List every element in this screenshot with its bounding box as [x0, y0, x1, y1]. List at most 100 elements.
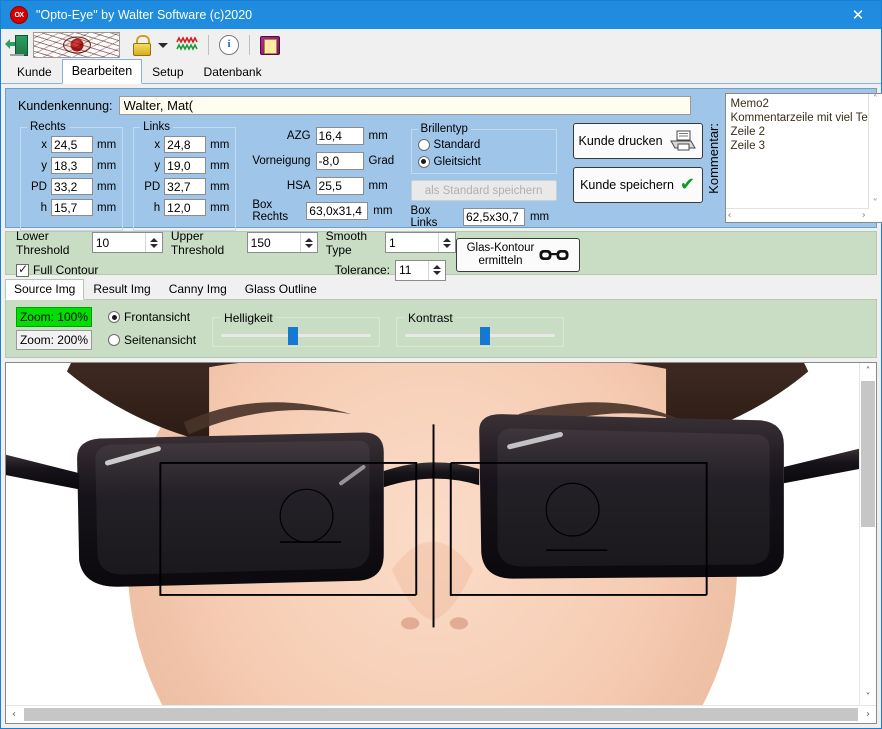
- input-links-y[interactable]: [164, 157, 207, 174]
- input-links-h[interactable]: [164, 199, 207, 216]
- print-customer-label: Kunde drucken: [578, 134, 663, 148]
- waveform-icon[interactable]: [176, 36, 198, 54]
- kontrast-slider-thumb[interactable]: [479, 326, 490, 345]
- zoom-200-button[interactable]: Zoom: 200%: [16, 330, 92, 350]
- radio-seitenansicht[interactable]: Seitenansicht: [108, 332, 196, 349]
- scroll-down-icon[interactable]: ˅: [866, 689, 871, 705]
- upper-threshold-stepper[interactable]: [246, 232, 318, 253]
- radio-seitenansicht-indicator: [108, 334, 120, 346]
- memo-scroll-right-icon[interactable]: ›: [862, 210, 866, 221]
- smooth-type-group: Smooth Type: [326, 229, 456, 257]
- tolerance-stepper[interactable]: [395, 259, 446, 281]
- close-icon[interactable]: ✕: [835, 1, 881, 29]
- horizontal-scroll-trough[interactable]: [22, 706, 860, 723]
- canvas-vertical-scrollbar[interactable]: ˄ ˅: [859, 363, 876, 705]
- label-vorneigung: Vorneigung: [252, 154, 311, 167]
- input-vorneigung[interactable]: [315, 151, 364, 170]
- input-links-pd[interactable]: [164, 178, 207, 195]
- input-box-links[interactable]: [462, 207, 525, 226]
- measure-fields: AZG mm Vorneigung Grad HSA mm: [252, 121, 396, 231]
- smooth-type-spin-buttons[interactable]: [437, 233, 455, 252]
- input-hsa[interactable]: [315, 176, 364, 195]
- input-box-rechts[interactable]: [306, 201, 369, 220]
- info-icon[interactable]: i: [219, 35, 239, 55]
- memo-scroll-left-icon[interactable]: ‹: [728, 210, 732, 221]
- horizontal-scroll-thumb[interactable]: [24, 708, 858, 721]
- helligkeit-slider[interactable]: [221, 326, 372, 345]
- scroll-right-icon[interactable]: ›: [860, 709, 876, 720]
- upper-threshold-group: Upper Threshold: [171, 229, 318, 257]
- kontrast-label: Kontrast: [408, 310, 453, 325]
- form-left-region: Kundenkennung: Rechts x mm y mm: [6, 89, 703, 231]
- scroll-left-icon[interactable]: ‹: [6, 709, 22, 720]
- book-icon[interactable]: [260, 35, 280, 55]
- radio-frontansicht[interactable]: Frontansicht: [108, 309, 196, 326]
- memo-scroll-up-icon[interactable]: ˄: [869, 94, 882, 105]
- smooth-type-stepper[interactable]: [384, 232, 456, 253]
- tolerance-input[interactable]: [396, 260, 428, 280]
- upper-threshold-spin-buttons[interactable]: [299, 233, 317, 252]
- tab-glass-outline[interactable]: Glass Outline: [235, 279, 326, 299]
- tab-setup[interactable]: Setup: [142, 61, 194, 83]
- memo-horizontal-scrollbar[interactable]: ‹ ›: [725, 208, 882, 222]
- memo-vertical-scrollbar[interactable]: ˄ ˅: [867, 94, 882, 209]
- input-rechts-h[interactable]: [51, 199, 93, 216]
- app-eye-icon: OX: [10, 6, 28, 24]
- full-contour-label: Full Contour: [33, 263, 99, 277]
- vertical-scroll-trough[interactable]: [860, 379, 876, 689]
- lower-threshold-label: Lower Threshold: [16, 228, 70, 257]
- lower-threshold-spin-buttons[interactable]: [144, 233, 162, 252]
- checkmark-icon: ✔: [679, 174, 695, 195]
- lower-threshold-group: Lower Threshold: [16, 229, 163, 257]
- toolbar-separator: [249, 35, 250, 55]
- upper-threshold-input[interactable]: [247, 233, 300, 252]
- radio-standard[interactable]: Standard: [417, 136, 548, 153]
- kundenkennung-input[interactable]: [118, 96, 691, 115]
- exit-icon[interactable]: [5, 34, 31, 56]
- canvas-horizontal-scrollbar[interactable]: ‹ ›: [6, 705, 876, 723]
- lower-threshold-stepper[interactable]: [91, 232, 163, 253]
- photo-viewport[interactable]: [6, 363, 859, 705]
- tab-source-img[interactable]: Source Img: [5, 279, 85, 300]
- input-links-x[interactable]: [164, 136, 207, 153]
- full-contour-checkbox[interactable]: Full Contour: [16, 262, 99, 277]
- glas-kontour-button[interactable]: Glas-Kontour ermitteln: [456, 238, 580, 272]
- input-azg[interactable]: [315, 126, 364, 145]
- chevron-down-icon[interactable]: [158, 42, 168, 48]
- unit-box-links: mm: [529, 210, 550, 223]
- input-rechts-x[interactable]: [51, 136, 93, 153]
- field-azg: AZG mm: [252, 125, 396, 146]
- zoom-100-button[interactable]: Zoom: 100%: [16, 307, 92, 327]
- vertical-scroll-thumb[interactable]: [861, 381, 875, 527]
- radio-gleitsicht[interactable]: Gleitsicht: [417, 153, 548, 170]
- lower-threshold-input[interactable]: [92, 233, 145, 252]
- field-rechts-y: y mm: [27, 156, 116, 175]
- input-rechts-pd[interactable]: [51, 178, 93, 195]
- field-hsa: HSA mm: [252, 175, 396, 196]
- memo-scroll-down-icon[interactable]: ˅: [869, 198, 882, 209]
- group-links-legend: Links: [143, 121, 171, 133]
- kommentar-memo[interactable]: Memo2 Kommentarzeile mit viel Text Zeile…: [724, 93, 882, 223]
- print-customer-button[interactable]: Kunde drucken: [572, 123, 703, 159]
- eye-preview-thumbnail[interactable]: [33, 32, 120, 58]
- tab-bearbeiten[interactable]: Bearbeiten: [61, 59, 143, 84]
- tab-canny-img[interactable]: Canny Img: [159, 279, 236, 299]
- tolerance-label: Tolerance:: [334, 263, 390, 277]
- helligkeit-slider-thumb[interactable]: [288, 326, 299, 345]
- tab-result-img[interactable]: Result Img: [84, 279, 160, 299]
- group-rechts: Rechts x mm y mm PD mm: [20, 121, 124, 231]
- tab-datenbank[interactable]: Datenbank: [193, 61, 272, 83]
- kontrast-slider[interactable]: [405, 326, 556, 345]
- label-links-h: h: [153, 201, 161, 214]
- zoom-buttons: Zoom: 100% Zoom: 200%: [16, 307, 92, 350]
- save-customer-button[interactable]: Kunde speichern ✔: [572, 167, 703, 203]
- unit-rechts-x: mm: [97, 138, 117, 151]
- tab-kunde[interactable]: Kunde: [7, 61, 62, 83]
- tolerance-spin-buttons[interactable]: [428, 260, 445, 280]
- view-orientation-radios: Frontansicht Seitenansicht: [108, 309, 196, 349]
- input-rechts-y[interactable]: [51, 157, 93, 174]
- smooth-type-input[interactable]: [385, 233, 438, 252]
- lock-icon[interactable]: [132, 35, 151, 56]
- group-links: Links x mm y mm PD mm: [133, 121, 237, 231]
- scroll-up-icon[interactable]: ˄: [866, 363, 871, 379]
